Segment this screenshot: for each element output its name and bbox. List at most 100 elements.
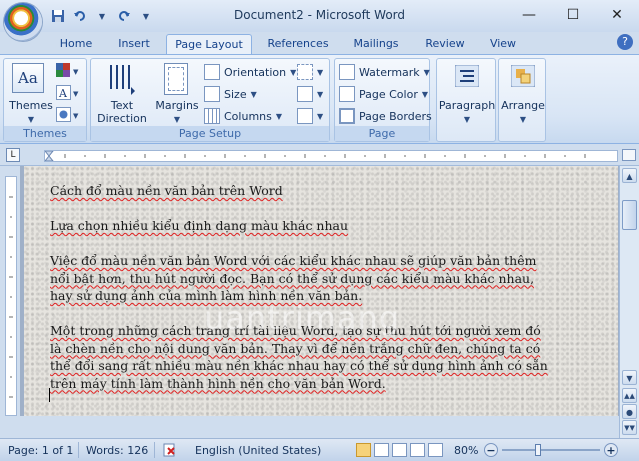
watermark-button[interactable]: Watermark ▼ <box>339 63 430 81</box>
themes-dropdown-icon: ▼ <box>27 115 35 124</box>
scroll-up-icon[interactable]: ▲ <box>622 168 637 183</box>
close-button[interactable]: ✕ <box>595 0 639 30</box>
full-screen-reading-icon[interactable] <box>374 443 389 457</box>
hyphenation-button[interactable]: ▼ <box>297 107 323 125</box>
page-setup-group-label: Page Setup <box>91 126 329 141</box>
scrollbar-thumb[interactable] <box>622 200 637 230</box>
web-layout-icon[interactable] <box>392 443 407 457</box>
vertical-scrollbar[interactable]: ▲ ▼ ▲▲ ● ▼▼ <box>619 166 639 438</box>
page-color-button[interactable]: Page Color ▼ <box>339 85 428 103</box>
size-button[interactable]: Size ▼ <box>204 85 257 103</box>
document-heading[interactable]: Cách đổ màu nền văn bản trên Word <box>50 182 550 200</box>
tab-view[interactable]: View <box>480 34 526 54</box>
document-subheading[interactable]: Lựa chọn nhiều kiểu định dạng màu khác n… <box>50 217 550 235</box>
paragraph-icon[interactable] <box>454 64 480 88</box>
vertical-ruler <box>0 166 20 416</box>
tab-insert[interactable]: Insert <box>108 34 160 54</box>
page-background-group: Watermark ▼ Page Color ▼ Page Borders Pa… <box>334 58 432 155</box>
zoom-out-icon[interactable]: − <box>484 443 498 457</box>
page-borders-button[interactable]: Page Borders <box>339 107 432 125</box>
browse-object-icon[interactable]: ● <box>622 404 637 419</box>
paragraph-dropdown-icon: ▼ <box>463 115 471 124</box>
tab-home[interactable]: Home <box>52 34 100 54</box>
themes-icon[interactable]: Aa <box>12 63 44 93</box>
zoom-slider-thumb[interactable] <box>535 444 541 456</box>
themes-button[interactable]: Themes <box>6 99 56 112</box>
watermark-icon <box>339 64 355 80</box>
draft-icon[interactable] <box>428 443 443 457</box>
arrange-dropdown-icon: ▼ <box>519 115 527 124</box>
outline-icon[interactable] <box>410 443 425 457</box>
next-page-icon[interactable]: ▼▼ <box>622 420 637 435</box>
themes-group-label: Themes <box>4 126 86 141</box>
columns-button[interactable]: Columns ▼ <box>204 107 282 125</box>
size-icon <box>204 86 220 102</box>
svg-text:▼: ▼ <box>73 112 79 120</box>
paragraph-group: Paragraph ▼ <box>436 58 496 142</box>
document-area[interactable]: Cách đổ màu nền văn bản trên Word Lựa ch… <box>20 166 619 416</box>
page-borders-label: Page Borders <box>359 109 432 123</box>
help-icon[interactable]: ? <box>617 34 633 50</box>
page-background-group-label: Page Background <box>335 126 429 155</box>
quick-access-toolbar: ▼ ▼ <box>50 6 154 26</box>
horizontal-ruler-scale[interactable] <box>44 150 618 162</box>
tab-page-layout[interactable]: Page Layout <box>166 34 252 54</box>
page-color-label: Page Color <box>359 87 418 101</box>
status-divider <box>78 442 79 458</box>
text-direction-button[interactable]: Text Direction <box>91 99 153 125</box>
zoom-slider[interactable] <box>502 449 600 451</box>
text-direction-icon[interactable] <box>105 63 139 95</box>
breaks-button[interactable]: ▼ <box>297 63 323 81</box>
scroll-down-icon[interactable]: ▼ <box>622 370 637 385</box>
redo-icon[interactable] <box>116 8 132 24</box>
vertical-ruler-scale[interactable] <box>5 176 17 416</box>
zoom-in-icon[interactable]: + <box>604 443 618 457</box>
tab-review[interactable]: Review <box>418 34 472 54</box>
margins-button[interactable]: Margins <box>151 99 203 112</box>
save-icon[interactable] <box>50 8 66 24</box>
tab-selector-icon[interactable]: L <box>6 148 20 162</box>
language-status[interactable]: English (United States) <box>195 443 321 458</box>
arrange-button[interactable]: Arrange <box>499 99 547 112</box>
page-borders-icon <box>339 108 355 124</box>
page-color-icon <box>339 86 355 102</box>
view-ruler-icon[interactable] <box>622 149 636 161</box>
columns-label: Columns <box>224 109 272 123</box>
hyphenation-icon <box>297 108 313 124</box>
office-button[interactable] <box>4 3 42 41</box>
columns-icon <box>204 108 220 124</box>
line-numbers-icon <box>297 86 313 102</box>
tab-references[interactable]: References <box>258 34 338 54</box>
undo-dropdown-icon[interactable]: ▼ <box>94 8 110 24</box>
orientation-button[interactable]: Orientation ▼ <box>204 63 296 81</box>
proofing-icon[interactable] <box>162 443 180 458</box>
site-watermark: uantrimang <box>204 299 401 337</box>
customize-toolbar-icon[interactable]: ▼ <box>138 8 154 24</box>
theme-colors-icon[interactable]: ▼ <box>56 63 80 79</box>
svg-text:A: A <box>58 87 68 100</box>
svg-text:▼: ▼ <box>73 90 79 98</box>
theme-effects-icon[interactable]: ▼ <box>56 107 80 123</box>
word-count-status[interactable]: Words: 126 <box>86 443 148 458</box>
maximize-button[interactable]: ☐ <box>551 0 595 30</box>
undo-icon[interactable] <box>72 8 88 24</box>
zoom-level[interactable]: 80% <box>454 443 478 458</box>
tab-mailings[interactable]: Mailings <box>344 34 408 54</box>
minimize-button[interactable]: — <box>507 0 551 30</box>
paragraph-button[interactable]: Paragraph <box>437 99 497 112</box>
theme-fonts-icon[interactable]: A ▼ <box>56 85 80 101</box>
page-count-status[interactable]: Page: 1 of 1 <box>8 443 73 458</box>
paragraph-text: Việc đổ màu nền văn bản Word với các kiể… <box>50 253 537 303</box>
document-page[interactable]: Cách đổ màu nền văn bản trên Word Lựa ch… <box>24 166 618 416</box>
horizontal-ruler: L <box>0 144 639 166</box>
previous-page-icon[interactable]: ▲▲ <box>622 388 637 403</box>
document-paragraph[interactable]: Việc đổ màu nền văn bản Word với các kiể… <box>50 252 550 305</box>
line-numbers-button[interactable]: ▼ <box>297 85 323 103</box>
page-setup-label: Page Setup <box>178 127 242 140</box>
status-bar: Page: 1 of 1 Words: 126 English (United … <box>0 438 639 461</box>
margins-icon[interactable] <box>164 63 188 95</box>
window-controls: — ☐ ✕ <box>507 0 639 30</box>
print-layout-icon[interactable] <box>356 443 371 457</box>
arrange-icon[interactable] <box>510 64 536 88</box>
watermark-label: Watermark <box>359 65 420 79</box>
